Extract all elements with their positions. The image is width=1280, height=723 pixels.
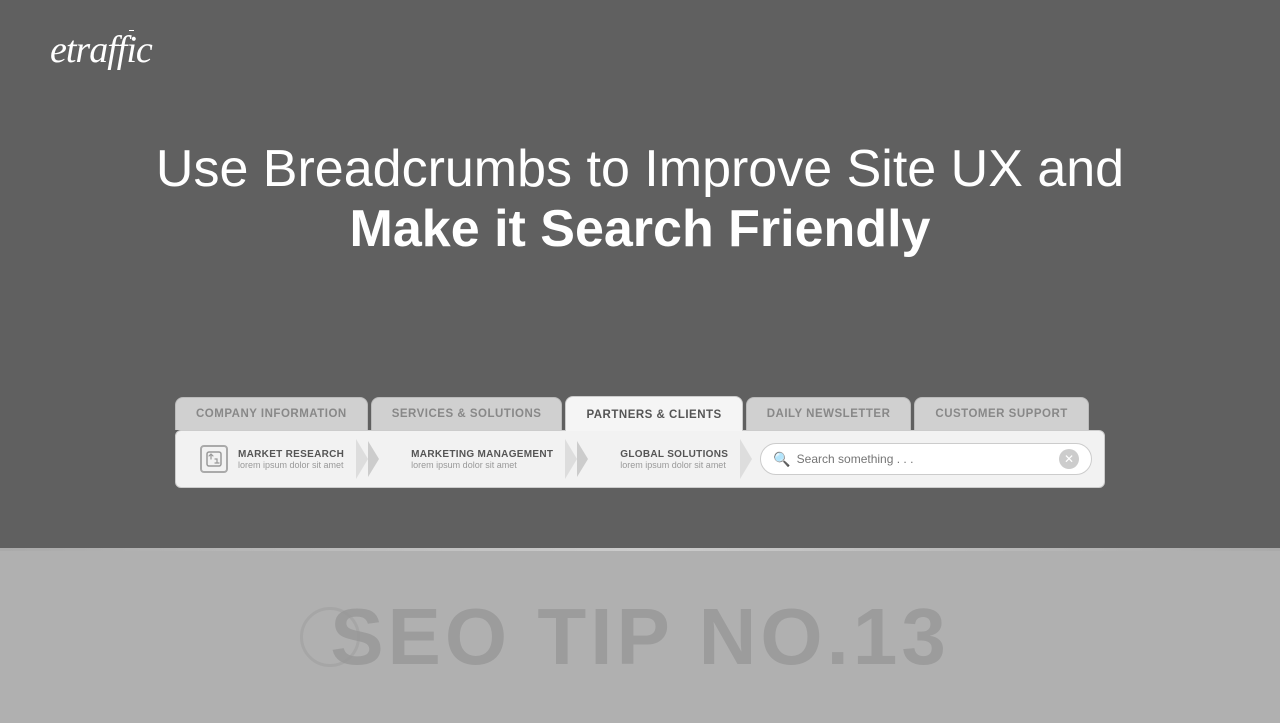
seo-tip-text: SEO TIP NO.13 <box>330 591 950 683</box>
logo-traffic-text: traffic <box>66 29 152 71</box>
breadcrumb-title-marketing: MARKETING MANAGEMENT <box>411 449 553 460</box>
tab-partners[interactable]: PARTNERS & CLIENTS <box>565 396 742 431</box>
tab-bar: COMPANY INFORMATION SERVICES & SOLUTIONS… <box>175 396 1105 430</box>
breadcrumb-sub-market: lorem ipsum dolor sit amet <box>238 460 344 470</box>
headline-line1: Use Breadcrumbs to Improve Site UX and <box>0 140 1280 200</box>
page-wrapper: etraffic Use Breadcrumbs to Improve Site… <box>0 0 1280 723</box>
bottom-section: SEO TIP NO.13 <box>0 551 1280 723</box>
logo-text: etraffic <box>50 29 152 71</box>
breadcrumb-sub-global: lorem ipsum dolor sit amet <box>620 460 728 470</box>
breadcrumb-item-global[interactable]: GLOBAL SOLUTIONS lorem ipsum dolor sit a… <box>596 443 744 476</box>
breadcrumb-arrow-2 <box>577 441 588 477</box>
search-box: 🔍 ✕ <box>760 443 1092 475</box>
tab-newsletter[interactable]: DAILY NEWSLETTER <box>746 397 912 430</box>
logo-e-letter: e <box>50 29 66 71</box>
breadcrumb-icon-market <box>200 445 228 473</box>
search-clear-button[interactable]: ✕ <box>1059 449 1079 469</box>
nav-area: COMPANY INFORMATION SERVICES & SOLUTIONS… <box>175 396 1105 488</box>
breadcrumb-text-market: MARKET RESEARCH lorem ipsum dolor sit am… <box>238 449 344 470</box>
breadcrumb-bar: MARKET RESEARCH lorem ipsum dolor sit am… <box>175 430 1105 488</box>
breadcrumb-title-global: GLOBAL SOLUTIONS <box>620 449 728 460</box>
logo: etraffic <box>50 28 152 72</box>
tab-support[interactable]: CUSTOMER SUPPORT <box>914 397 1088 430</box>
headline-block: Use Breadcrumbs to Improve Site UX and M… <box>0 140 1280 260</box>
breadcrumb-text-global: GLOBAL SOLUTIONS lorem ipsum dolor sit a… <box>620 449 728 470</box>
breadcrumb-sub-marketing: lorem ipsum dolor sit amet <box>411 460 553 470</box>
breadcrumb-text-marketing: MARKETING MANAGEMENT lorem ipsum dolor s… <box>411 449 553 470</box>
headline-line2: Make it Search Friendly <box>0 200 1280 260</box>
top-section: etraffic Use Breadcrumbs to Improve Site… <box>0 0 1280 548</box>
tab-services[interactable]: SERVICES & SOLUTIONS <box>371 397 563 430</box>
tab-company[interactable]: COMPANY INFORMATION <box>175 397 368 430</box>
breadcrumb-arrow-1 <box>368 441 379 477</box>
search-input[interactable] <box>797 452 1059 466</box>
breadcrumb-item-market[interactable]: MARKET RESEARCH lorem ipsum dolor sit am… <box>188 439 360 479</box>
breadcrumb-item-marketing[interactable]: MARKETING MANAGEMENT lorem ipsum dolor s… <box>387 443 569 476</box>
search-icon: 🔍 <box>773 451 790 468</box>
breadcrumb-title-market: MARKET RESEARCH <box>238 449 344 460</box>
